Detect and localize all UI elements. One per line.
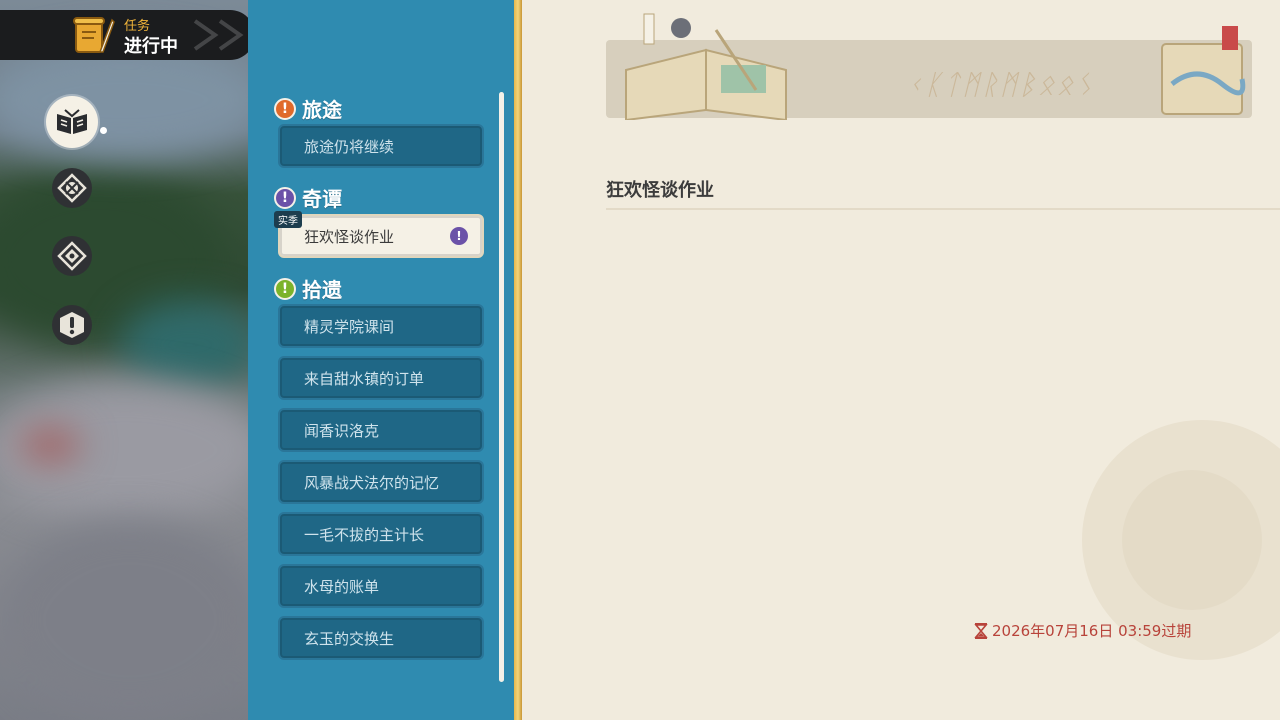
quest-detail-panel: ᚲᛕᛏᛗᚱᛗᛒᛟᛟᛊ 狂欢怪谈作业 2026年07月16日 03:59过期	[522, 0, 1280, 720]
wonder-quest-mark-icon: !	[450, 227, 468, 245]
quest-title: 狂欢怪谈作业	[606, 180, 714, 201]
quest-item-label: 水母的账单	[304, 577, 380, 596]
hourglass-icon	[974, 622, 988, 639]
panel-divider	[514, 0, 522, 720]
quest-banner: ᚲᛕᛏᛗᚱᛗᛒᛟᛟᛊ	[606, 13, 1252, 120]
quest-item[interactable]: 风暴战犬法尔的记忆	[278, 460, 484, 504]
section-header-gleaning: ! 拾遗	[274, 274, 342, 303]
quest-item-label: 闻香识洛克	[304, 421, 380, 440]
quest-item[interactable]: 水母的账单	[278, 564, 484, 608]
quest-item-label: 一毛不拔的主计长	[304, 525, 425, 544]
exclamation-icon	[60, 312, 84, 338]
section-label: 旅途	[302, 98, 342, 122]
section-label: 奇谭	[302, 187, 342, 211]
map-scroll-icon	[1161, 26, 1246, 115]
quest-item-label: 来自甜水镇的订单	[304, 369, 425, 388]
section-header-wonder: ! 奇谭	[274, 183, 342, 212]
header-decoration-icon	[193, 19, 244, 51]
expire-text: 2026年07月16日 03:59过期	[992, 622, 1192, 640]
quest-item[interactable]: 玄玉的交换生	[278, 616, 484, 660]
category-world-quests[interactable]	[52, 168, 92, 208]
quest-item[interactable]: 来自甜水镇的订单	[278, 356, 484, 400]
gleaning-badge-icon: !	[274, 277, 296, 300]
quest-item-label: 狂欢怪谈作业	[304, 227, 395, 246]
category-main-quests[interactable]	[46, 96, 98, 148]
quest-item[interactable]: 精灵学院课间	[278, 304, 484, 348]
expire-info: 2026年07月16日 03:59过期	[974, 620, 1191, 641]
scroll-quill-icon	[73, 17, 115, 53]
quest-item[interactable]: 闻香识洛克	[278, 408, 484, 452]
banner-rune-decoration: ᚲᛕᛏᛗᚱᛗᛒᛟᛟᛊ	[906, 68, 1095, 101]
quest-item[interactable]: 一毛不拔的主计长	[278, 512, 484, 556]
open-book-map-icon	[625, 13, 787, 120]
section-header-journey: ! 旅途	[274, 94, 342, 123]
quest-item-selected[interactable]: 狂欢怪谈作业 !	[278, 214, 484, 258]
background-decoration	[1122, 470, 1262, 610]
header-title: 进行中	[124, 36, 178, 57]
journey-badge-icon: !	[274, 97, 296, 120]
quest-item-label: 玄玉的交换生	[304, 629, 395, 648]
compass-badge-icon	[57, 173, 87, 203]
category-misc-quests[interactable]	[52, 305, 92, 345]
wonder-badge-icon: !	[274, 186, 296, 209]
title-divider	[606, 208, 1280, 210]
open-book-icon	[57, 109, 87, 134]
list-scrollbar-thumb[interactable]	[499, 92, 504, 682]
quest-item-label: 旅途仍将继续	[304, 137, 395, 156]
category-event-quests[interactable]	[52, 236, 92, 276]
compass-badge-icon	[57, 241, 87, 271]
quest-item[interactable]: 旅途仍将继续	[278, 124, 484, 168]
quest-item-label: 风暴战犬法尔的记忆	[304, 473, 440, 492]
season-tag: 实季	[274, 211, 302, 228]
active-indicator	[100, 127, 107, 134]
background-scene	[0, 0, 250, 720]
section-label: 拾遗	[302, 278, 342, 302]
quest-item-label: 精灵学院课间	[304, 317, 395, 336]
quest-header: 任务 进行中	[0, 10, 255, 60]
